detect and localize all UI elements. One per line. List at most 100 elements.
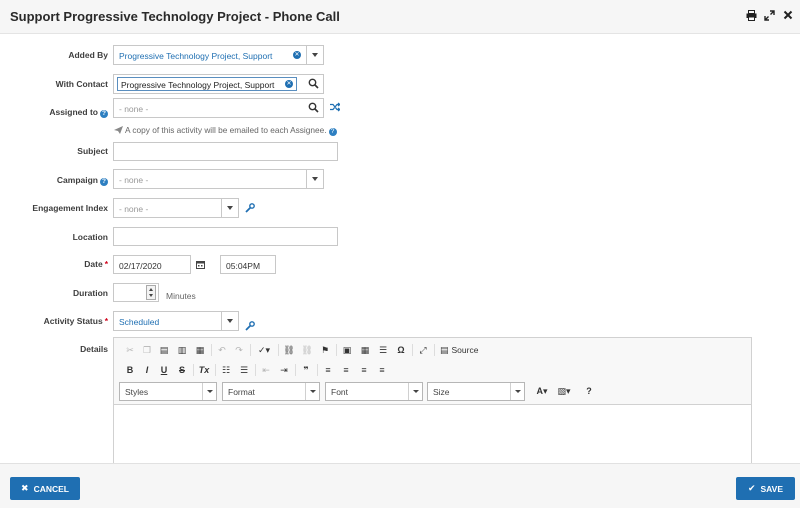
help-icon[interactable]: ? [100,110,108,118]
link-icon[interactable]: ⛓ [283,344,295,356]
campaign-value: - none - [119,175,149,185]
engagement-index-select[interactable]: - none - [113,198,239,218]
expand-icon[interactable] [764,10,775,21]
toolbar-separator [255,364,256,376]
stepper-up-icon[interactable] [149,288,153,291]
numbered-list-icon[interactable]: ☷ [220,364,232,376]
toolbar-separator [215,364,216,376]
bulleted-list-icon[interactable]: ☰ [238,364,250,376]
align-left-icon[interactable]: ≡ [322,364,334,376]
campaign-select[interactable]: - none - [113,169,324,189]
chevron-down-icon[interactable] [202,383,216,400]
format-combo[interactable]: Format [222,382,320,401]
titlebar-actions [746,10,793,21]
paste-text-icon[interactable]: ▥ [176,344,188,356]
font-combo-label: Font [331,387,349,397]
subject-input[interactable] [113,142,338,161]
blockquote-icon[interactable]: ❞ [300,364,312,376]
toolbar-separator [193,364,194,376]
strikethrough-icon[interactable]: S [176,364,188,376]
source-button[interactable]: ▤ Source [440,344,478,356]
wrench-icon[interactable] [245,321,255,331]
print-icon[interactable] [746,10,757,21]
time-value: 05:04PM [226,261,261,271]
paste-icon[interactable]: ▤ [158,344,170,356]
italic-icon[interactable]: I [141,364,153,376]
cut-icon[interactable]: ✂ [124,344,136,356]
size-combo[interactable]: Size [427,382,525,401]
anchor-flag-icon[interactable]: ⚑ [319,344,331,356]
copy-icon[interactable]: ❐ [141,344,153,356]
styles-combo-label: Styles [125,387,149,397]
duration-label: Duration [73,288,108,298]
calendar-icon[interactable] [196,260,205,269]
chevron-down-icon[interactable] [408,383,422,400]
search-icon[interactable] [308,102,319,113]
indent-icon[interactable]: ⇥ [278,364,290,376]
activity-status-value: Scheduled [119,317,160,327]
spellcheck-icon[interactable]: ✓▾ [255,344,273,356]
undo-icon[interactable]: ↶ [216,344,228,356]
search-icon[interactable] [308,78,319,89]
outdent-icon[interactable]: ⇤ [260,364,272,376]
save-button[interactable]: ✔ SAVE [736,477,795,500]
align-justify-icon[interactable]: ≡ [376,364,388,376]
added-by-select[interactable]: Progressive Technology Project, Support … [113,45,324,65]
align-center-icon[interactable]: ≡ [340,364,352,376]
image-icon[interactable]: ▣ [341,344,353,356]
editor-content-area[interactable] [114,406,751,466]
styles-combo[interactable]: Styles [119,382,217,401]
help-icon[interactable]: ? [328,128,337,136]
chevron-down-icon[interactable] [221,199,238,217]
with-contact-field[interactable]: Progressive Technology Project, Support … [113,74,324,94]
date-label: Date * [84,259,108,269]
details-editor[interactable]: ✂ ❐ ▤ ▥ ▦ ↶ ↷ ✓▾ ⛓ ⛓ ⚑ ▣ ▦ ☰ Ω ⤢ ▤ Sourc… [113,337,752,467]
chevron-down-icon[interactable] [510,383,524,400]
editor-toolbar: ✂ ❐ ▤ ▥ ▦ ↶ ↷ ✓▾ ⛓ ⛓ ⚑ ▣ ▦ ☰ Ω ⤢ ▤ Sourc… [114,338,751,405]
assignee-note: A copy of this activity will be emailed … [114,125,337,136]
assigned-to-field[interactable]: - none - [113,98,324,118]
font-combo[interactable]: Font [325,382,423,401]
added-by-value: Progressive Technology Project, Support [119,51,273,61]
close-icon[interactable] [782,10,793,21]
with-contact-label: With Contact [55,79,108,89]
redo-icon[interactable]: ↷ [233,344,245,356]
special-char-icon[interactable]: Ω [395,344,407,356]
swap-assignees-icon[interactable] [330,102,341,112]
stepper-down-icon[interactable] [149,294,153,297]
remove-format-icon[interactable]: Tx [198,364,210,376]
text-color-icon[interactable]: A▾ [533,385,551,397]
align-right-icon[interactable]: ≡ [358,364,370,376]
remove-icon[interactable]: ✕ [293,51,301,59]
date-input[interactable]: 02/17/2020 [113,255,191,274]
help-icon[interactable]: ? [100,178,108,186]
chevron-down-icon[interactable] [306,46,323,64]
location-input[interactable] [113,227,338,246]
cancel-button[interactable]: ✖ CANCEL [10,477,80,500]
horizontal-line-icon[interactable]: ☰ [377,344,389,356]
about-help-icon[interactable]: ? [583,385,595,397]
remove-contact-icon[interactable]: ✕ [285,80,293,88]
toolbar-separator [211,344,212,356]
background-color-icon[interactable]: ▧▾ [555,385,573,397]
maximize-icon[interactable]: ⤢ [417,344,429,356]
activity-status-select[interactable]: Scheduled [113,311,239,331]
unlink-icon[interactable]: ⛓ [301,344,313,356]
toolbar-separator [412,344,413,356]
location-label: Location [72,232,108,242]
assigned-to-placeholder: - none - [119,104,149,114]
duration-input[interactable] [113,283,159,302]
wrench-icon[interactable] [245,203,255,213]
chevron-down-icon[interactable] [305,383,319,400]
chevron-down-icon[interactable] [306,170,323,188]
chevron-down-icon[interactable] [221,312,238,330]
bold-icon[interactable]: B [124,364,136,376]
underline-icon[interactable]: U [158,364,170,376]
cancel-button-label: CANCEL [33,483,69,494]
duration-stepper[interactable] [146,285,156,300]
dialog-titlebar: Support Progressive Technology Project -… [0,0,800,34]
paste-word-icon[interactable]: ▦ [194,344,206,356]
toolbar-separator [434,344,435,356]
table-icon[interactable]: ▦ [359,344,371,356]
time-input[interactable]: 05:04PM [220,255,276,274]
